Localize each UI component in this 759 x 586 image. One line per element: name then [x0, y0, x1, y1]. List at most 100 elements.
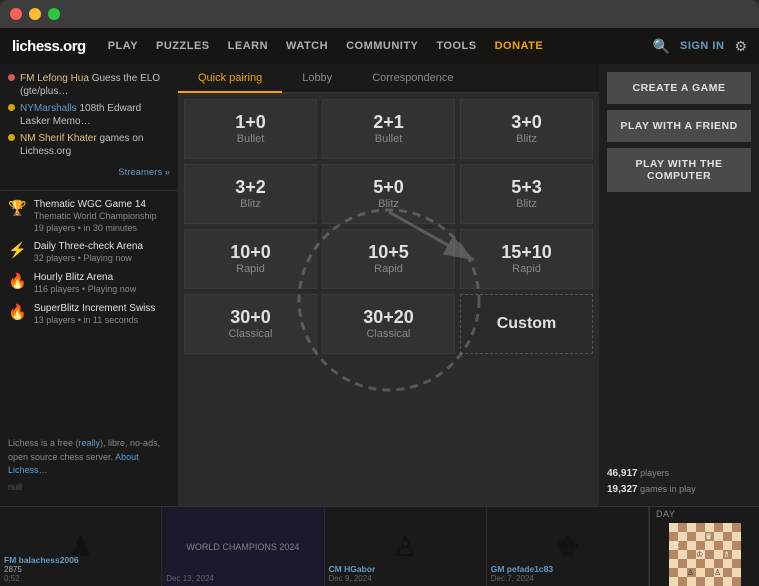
- game-cell-1-0[interactable]: 1+0 Bullet: [184, 99, 317, 159]
- bottom-player-1: FM balachess2006: [4, 555, 157, 565]
- type-4-1: Classical: [366, 328, 410, 340]
- streamers-more-link[interactable]: Streamers »: [118, 167, 170, 178]
- type-4-0: Classical: [228, 328, 272, 340]
- games-label: games in play: [640, 484, 696, 494]
- nav-learn[interactable]: LEARN: [220, 36, 276, 56]
- bottom-game-3[interactable]: ♙ CM HGabor Dec 9, 2024: [325, 507, 487, 586]
- close-dot[interactable]: [10, 8, 22, 20]
- maximize-dot[interactable]: [48, 8, 60, 20]
- game-cell-2-0[interactable]: 3+2 Blitz: [184, 164, 317, 224]
- nav-tools[interactable]: TOOLS: [428, 36, 484, 56]
- tab-correspondence[interactable]: Correspondence: [352, 64, 473, 92]
- event-item-1[interactable]: 🏆 Thematic WGC Game 14 Thematic World Ch…: [0, 195, 178, 237]
- game-cell-3-1[interactable]: 10+5 Rapid: [322, 229, 455, 289]
- live-dot: [8, 74, 15, 81]
- svg-text:♙: ♙: [687, 568, 694, 577]
- event-item-3[interactable]: 🔥 Hourly Blitz Arena 116 players • Playi…: [0, 268, 178, 299]
- nav-play[interactable]: PLAY: [100, 36, 146, 56]
- game-grid-area: 1+0 Bullet 2+1 Bullet 3+0 Blitz 3+2 Blit…: [178, 93, 599, 506]
- type-2-1: Blitz: [378, 198, 399, 210]
- svg-text:♛: ♛: [705, 532, 712, 541]
- event-sub2-2: 32 players • Playing now: [34, 253, 143, 265]
- game-cell-1-2[interactable]: 3+0 Blitz: [460, 99, 593, 159]
- tab-quick-pairing[interactable]: Quick pairing: [178, 64, 282, 92]
- play-computer-button[interactable]: PLAY WITH THE COMPUTER: [607, 148, 751, 192]
- bottom-game-2[interactable]: WORLD CHAMPIONS 2024 Dec 13, 2024: [162, 507, 324, 586]
- game-cell-4-1[interactable]: 30+20 Classical: [322, 294, 455, 354]
- signin-button[interactable]: SIGN IN: [680, 40, 724, 52]
- game-cell-4-0[interactable]: 30+0 Classical: [184, 294, 317, 354]
- nav-donate[interactable]: DONATE: [487, 36, 552, 56]
- nav-community[interactable]: COMMUNITY: [338, 36, 426, 56]
- play-friend-button[interactable]: PLAY WITH A FRIEND: [607, 110, 751, 142]
- event-title-3: Hourly Blitz Arena: [34, 271, 137, 284]
- svg-text:♔: ♔: [696, 550, 703, 559]
- type-3-2: Rapid: [512, 263, 541, 275]
- puzzle-section[interactable]: Puzzle of the day: [649, 507, 759, 586]
- event-item-2[interactable]: ⚡ Daily Three-check Arena 32 players • P…: [0, 237, 178, 268]
- nav-puzzles[interactable]: PUZZLES: [148, 36, 218, 56]
- time-3-1: 10+5: [368, 243, 409, 261]
- null-text: null: [8, 481, 170, 495]
- bottom-game-1[interactable]: ♟ FM balachess2006 2875 0:52: [0, 507, 162, 586]
- game-cell-1-1[interactable]: 2+1 Bullet: [322, 99, 455, 159]
- time-1-1: 2+1: [373, 113, 404, 131]
- gear-icon[interactable]: ⚙: [734, 38, 747, 55]
- streamers-section: FM Lefong Hua Guess the ELO (gte/plus… N…: [0, 70, 178, 186]
- game-cell-3-2[interactable]: 15+10 Rapid: [460, 229, 593, 289]
- nav-watch[interactable]: WATCH: [278, 36, 336, 56]
- game-cell-custom[interactable]: Custom: [460, 294, 593, 354]
- event-title-4: SuperBlitz Increment Swiss: [34, 302, 156, 315]
- streamer-name-2: NYMarshalls: [20, 103, 77, 114]
- event-text-3: Hourly Blitz Arena 116 players • Playing…: [34, 271, 137, 296]
- players-info: 46,917 players 19,327 games in play: [607, 466, 751, 498]
- live-dot-2: [8, 104, 15, 111]
- event-title-1: Thematic WGC Game 14: [34, 198, 157, 211]
- puzzle-board: ♖ ♛ ♔ ♗ ♙ ♙: [669, 523, 741, 586]
- game-cell-2-1[interactable]: 5+0 Blitz: [322, 164, 455, 224]
- streamer-item[interactable]: FM Lefong Hua Guess the ELO (gte/plus…: [8, 70, 170, 100]
- minimize-dot[interactable]: [29, 8, 41, 20]
- streamer-name-3: NM Sherif Khater: [20, 133, 97, 144]
- event-text-2: Daily Three-check Arena 32 players • Pla…: [34, 240, 143, 265]
- bottom-label-3: CM HGabor Dec 9, 2024: [329, 564, 482, 583]
- left-sidebar: FM Lefong Hua Guess the ELO (gte/plus… N…: [0, 64, 178, 506]
- tabs-bar: Quick pairing Lobby Correspondence: [178, 64, 599, 93]
- time-2-1: 5+0: [373, 178, 404, 196]
- live-dot-3: [8, 134, 15, 141]
- fire-icon-1: 🔥: [8, 272, 27, 290]
- streamer-item-2[interactable]: NYMarshalls 108th Edward Lasker Memo…: [8, 100, 170, 130]
- logo[interactable]: lichess.org: [12, 38, 86, 55]
- right-sidebar: CREATE A GAME PLAY WITH A FRIEND PLAY WI…: [599, 64, 759, 506]
- type-1-1: Bullet: [375, 133, 403, 145]
- titlebar: [0, 0, 759, 28]
- bottom-rating-1: 2875: [4, 565, 157, 574]
- streamer-item-3[interactable]: NM Sherif Khater games on Lichess.org: [8, 130, 170, 160]
- really-link[interactable]: really: [79, 438, 101, 448]
- bottom-player-3: CM HGabor: [329, 564, 482, 574]
- game-cell-2-2[interactable]: 5+3 Blitz: [460, 164, 593, 224]
- time-2-2: 5+3: [511, 178, 542, 196]
- game-cell-3-0[interactable]: 10+0 Rapid: [184, 229, 317, 289]
- about-link[interactable]: About Lichess…: [8, 452, 139, 476]
- trophy-icon: 🏆: [8, 199, 27, 217]
- tab-lobby[interactable]: Lobby: [282, 64, 352, 92]
- bottom-player-4: GM pefade1c83: [491, 564, 644, 574]
- bottom-game-4[interactable]: ♚ GM pefade1c83 Dec 7, 2024: [487, 507, 649, 586]
- players-label: players: [640, 468, 669, 478]
- create-game-button[interactable]: CREATE A GAME: [607, 72, 751, 104]
- center-content: Quick pairing Lobby Correspondence 1+0: [178, 64, 599, 506]
- bottom-date-2: Dec 13, 2024: [166, 574, 319, 583]
- type-2-2: Blitz: [516, 198, 537, 210]
- svg-text:♖: ♖: [673, 541, 680, 550]
- streamer-name-1: FM Lefong Hua: [20, 73, 89, 84]
- type-3-0: Rapid: [236, 263, 265, 275]
- sidebar-footer: Lichess is a free (really), libre, no-ad…: [0, 431, 178, 500]
- bottom-strip: ♟ FM balachess2006 2875 0:52 WORLD CHAMP…: [0, 506, 759, 586]
- divider-1: [0, 190, 178, 191]
- type-2-0: Blitz: [240, 198, 261, 210]
- event-item-4[interactable]: 🔥 SuperBlitz Increment Swiss 13 players …: [0, 299, 178, 330]
- search-icon[interactable]: 🔍: [653, 38, 670, 55]
- event-sub2-4: 13 players • in 11 seconds: [34, 315, 156, 327]
- navbar: lichess.org PLAY PUZZLES LEARN WATCH COM…: [0, 28, 759, 64]
